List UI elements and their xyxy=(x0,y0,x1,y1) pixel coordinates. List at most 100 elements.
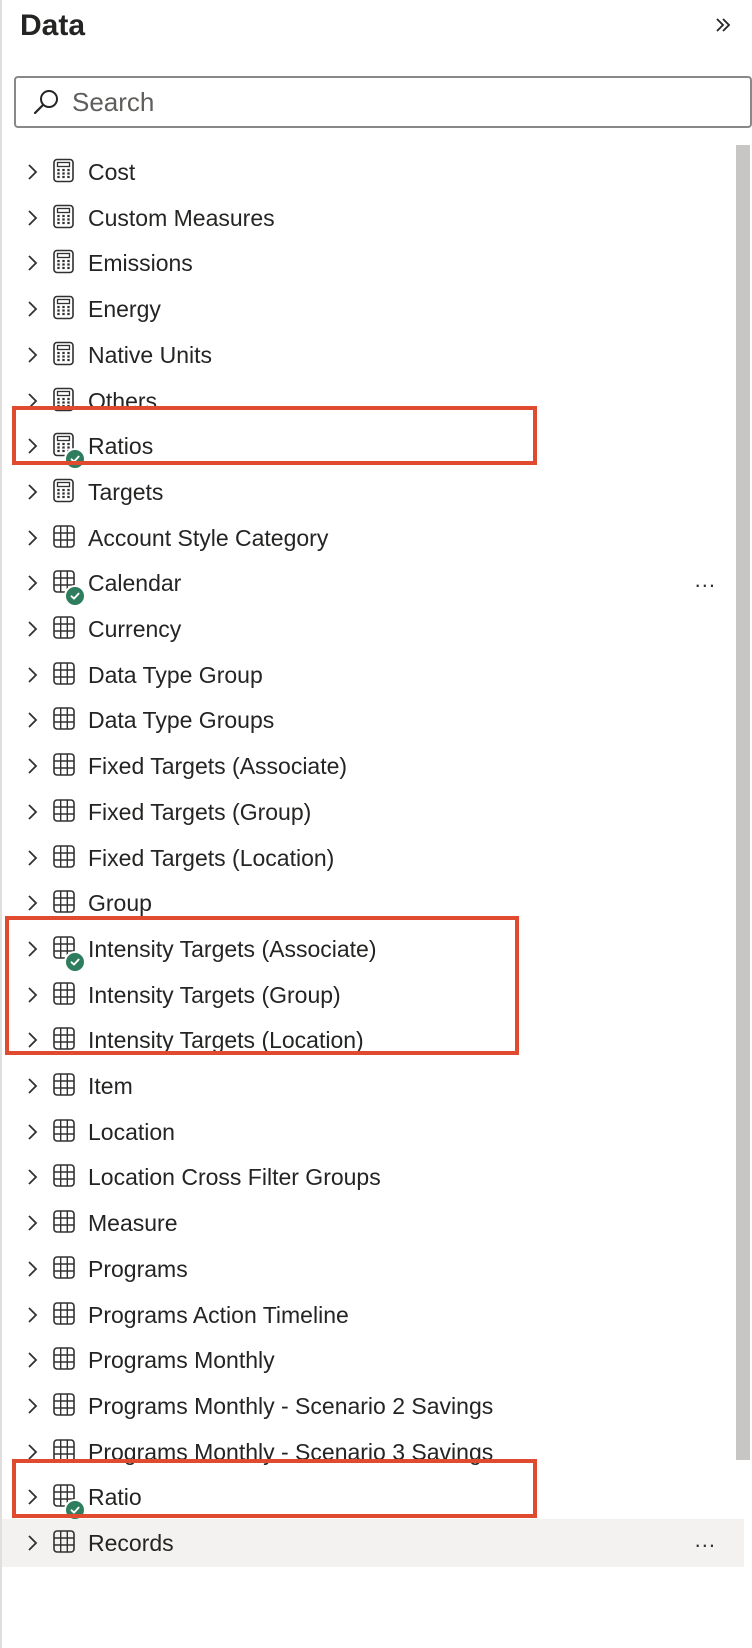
field-item-fixed-targets-associate[interactable]: Fixed Targets (Associate) xyxy=(2,742,744,790)
chevron-right-icon[interactable] xyxy=(24,1075,42,1097)
field-item-location-cross-filter-groups[interactable]: Location Cross Filter Groups xyxy=(2,1153,744,1201)
chevron-right-icon[interactable] xyxy=(24,207,42,229)
table-icon xyxy=(52,1438,76,1464)
chevron-right-icon[interactable] xyxy=(24,161,42,183)
search-icon xyxy=(30,86,62,118)
field-item-label: Native Units xyxy=(88,341,212,368)
field-item-location[interactable]: Location xyxy=(2,1108,744,1156)
table-icon xyxy=(52,1529,76,1555)
field-item-programs-monthly-scenario-2-savings[interactable]: Programs Monthly - Scenario 2 Savings xyxy=(2,1382,744,1430)
field-item-programs-action-timeline[interactable]: Programs Action Timeline xyxy=(2,1291,744,1339)
field-item-cost[interactable]: Cost xyxy=(2,148,744,196)
chevron-right-icon[interactable] xyxy=(24,390,42,412)
table-icon xyxy=(52,844,76,870)
field-item-label: Energy xyxy=(88,296,161,323)
more-options-icon[interactable]: ... xyxy=(695,1529,716,1551)
field-item-programs[interactable]: Programs xyxy=(2,1245,744,1293)
table-icon xyxy=(52,1026,76,1052)
data-pane: Data Cost Custom Measures Emissions Energy N… xyxy=(0,0,752,1648)
field-item-programs-monthly[interactable]: Programs Monthly xyxy=(2,1336,744,1384)
table-icon xyxy=(52,752,76,778)
field-item-label: Data Type Groups xyxy=(88,707,275,734)
field-item-currency[interactable]: Currency xyxy=(2,605,744,653)
field-item-records[interactable]: Records... xyxy=(2,1519,744,1567)
chevron-right-icon[interactable] xyxy=(24,664,42,686)
field-item-label: Ratios xyxy=(88,433,154,460)
checkmark-badge-icon xyxy=(64,1499,86,1522)
calculator-icon xyxy=(52,249,76,275)
field-item-data-type-groups[interactable]: Data Type Groups xyxy=(2,696,744,744)
chevron-right-icon[interactable] xyxy=(24,709,42,731)
search-box[interactable] xyxy=(14,76,752,128)
chevron-right-icon[interactable] xyxy=(24,938,42,960)
field-item-fixed-targets-group[interactable]: Fixed Targets (Group) xyxy=(2,788,744,836)
chevron-right-icon[interactable] xyxy=(24,847,42,869)
table-icon xyxy=(52,706,76,732)
more-options-icon[interactable]: ... xyxy=(695,569,716,591)
table-icon xyxy=(52,889,76,915)
chevron-right-icon[interactable] xyxy=(24,1486,42,1508)
chevron-right-icon[interactable] xyxy=(24,1029,42,1051)
chevron-right-icon[interactable] xyxy=(24,1441,42,1463)
chevron-right-icon[interactable] xyxy=(24,755,42,777)
chevron-right-icon[interactable] xyxy=(24,1349,42,1371)
chevron-right-icon[interactable] xyxy=(24,527,42,549)
field-item-programs-monthly-scenario-3-savings[interactable]: Programs Monthly - Scenario 3 Savings xyxy=(2,1428,744,1476)
field-item-energy[interactable]: Energy xyxy=(2,285,744,333)
field-item-intensity-targets-group[interactable]: Intensity Targets (Group) xyxy=(2,971,744,1019)
field-item-measure[interactable]: Measure xyxy=(2,1199,744,1247)
table-icon xyxy=(52,981,76,1007)
field-item-label: Calendar xyxy=(88,570,182,597)
field-item-data-type-group[interactable]: Data Type Group xyxy=(2,651,744,699)
chevron-right-icon[interactable] xyxy=(24,892,42,914)
chevron-right-icon[interactable] xyxy=(24,1395,42,1417)
field-item-custom-measures[interactable]: Custom Measures xyxy=(2,194,744,242)
field-item-label: Intensity Targets (Group) xyxy=(88,981,341,1008)
chevron-right-icon[interactable] xyxy=(24,1166,42,1188)
field-item-ratio[interactable]: Ratio xyxy=(2,1473,744,1522)
chevron-right-icon[interactable] xyxy=(24,1304,42,1326)
field-item-label: Measure xyxy=(88,1210,178,1237)
chevron-right-icon[interactable] xyxy=(24,1121,42,1143)
chevron-right-icon[interactable] xyxy=(24,435,42,457)
chevron-right-icon[interactable] xyxy=(24,344,42,366)
field-item-label: Cost xyxy=(88,159,136,185)
calculator-icon xyxy=(52,204,76,230)
field-item-calendar[interactable]: Calendar... xyxy=(2,559,744,608)
chevron-right-icon[interactable] xyxy=(24,1258,42,1280)
field-item-label: Programs Monthly - Scenario 2 Savings xyxy=(88,1392,494,1419)
field-item-label: Data Type Group xyxy=(88,661,263,688)
field-item-fixed-targets-location[interactable]: Fixed Targets (Location) xyxy=(2,834,744,882)
collapse-pane-button[interactable] xyxy=(708,10,738,40)
field-item-intensity-targets-location[interactable]: Intensity Targets (Location) xyxy=(2,1016,744,1064)
chevron-right-icon[interactable] xyxy=(24,1532,42,1554)
field-item-targets[interactable]: Targets xyxy=(2,468,744,516)
chevron-right-icon[interactable] xyxy=(24,572,42,594)
field-item-native-units[interactable]: Native Units xyxy=(2,331,744,379)
chevron-right-icon[interactable] xyxy=(24,481,42,503)
search-input[interactable] xyxy=(72,82,672,122)
table-icon xyxy=(52,1255,76,1281)
field-item-group[interactable]: Group xyxy=(2,879,744,927)
chevron-right-icon[interactable] xyxy=(24,298,42,320)
field-item-others[interactable]: Others xyxy=(2,377,744,425)
table-icon xyxy=(52,615,76,641)
table-icon xyxy=(52,1072,76,1098)
field-list: Cost Custom Measures Emissions Energy Native… xyxy=(2,148,744,1648)
field-item-account-style-category[interactable]: Account Style Category xyxy=(2,514,744,562)
field-item-item[interactable]: Item xyxy=(2,1062,744,1110)
field-item-intensity-targets-associate[interactable]: Intensity Targets (Associate) xyxy=(2,925,744,973)
scrollbar-thumb[interactable] xyxy=(736,145,750,1460)
table-icon xyxy=(52,798,76,824)
field-item-emissions[interactable]: Emissions xyxy=(2,239,744,287)
chevron-right-icon[interactable] xyxy=(24,984,42,1006)
field-item-label: Location Cross Filter Groups xyxy=(88,1164,381,1191)
chevron-right-icon[interactable] xyxy=(24,801,42,823)
chevron-right-icon[interactable] xyxy=(24,618,42,640)
chevron-right-icon[interactable] xyxy=(24,1212,42,1234)
field-item-ratios[interactable]: Ratios xyxy=(2,422,744,471)
field-item-label: Targets xyxy=(88,478,164,505)
table-icon xyxy=(52,1392,76,1418)
chevron-right-icon[interactable] xyxy=(24,252,42,274)
checkmark-badge-icon xyxy=(64,448,86,471)
